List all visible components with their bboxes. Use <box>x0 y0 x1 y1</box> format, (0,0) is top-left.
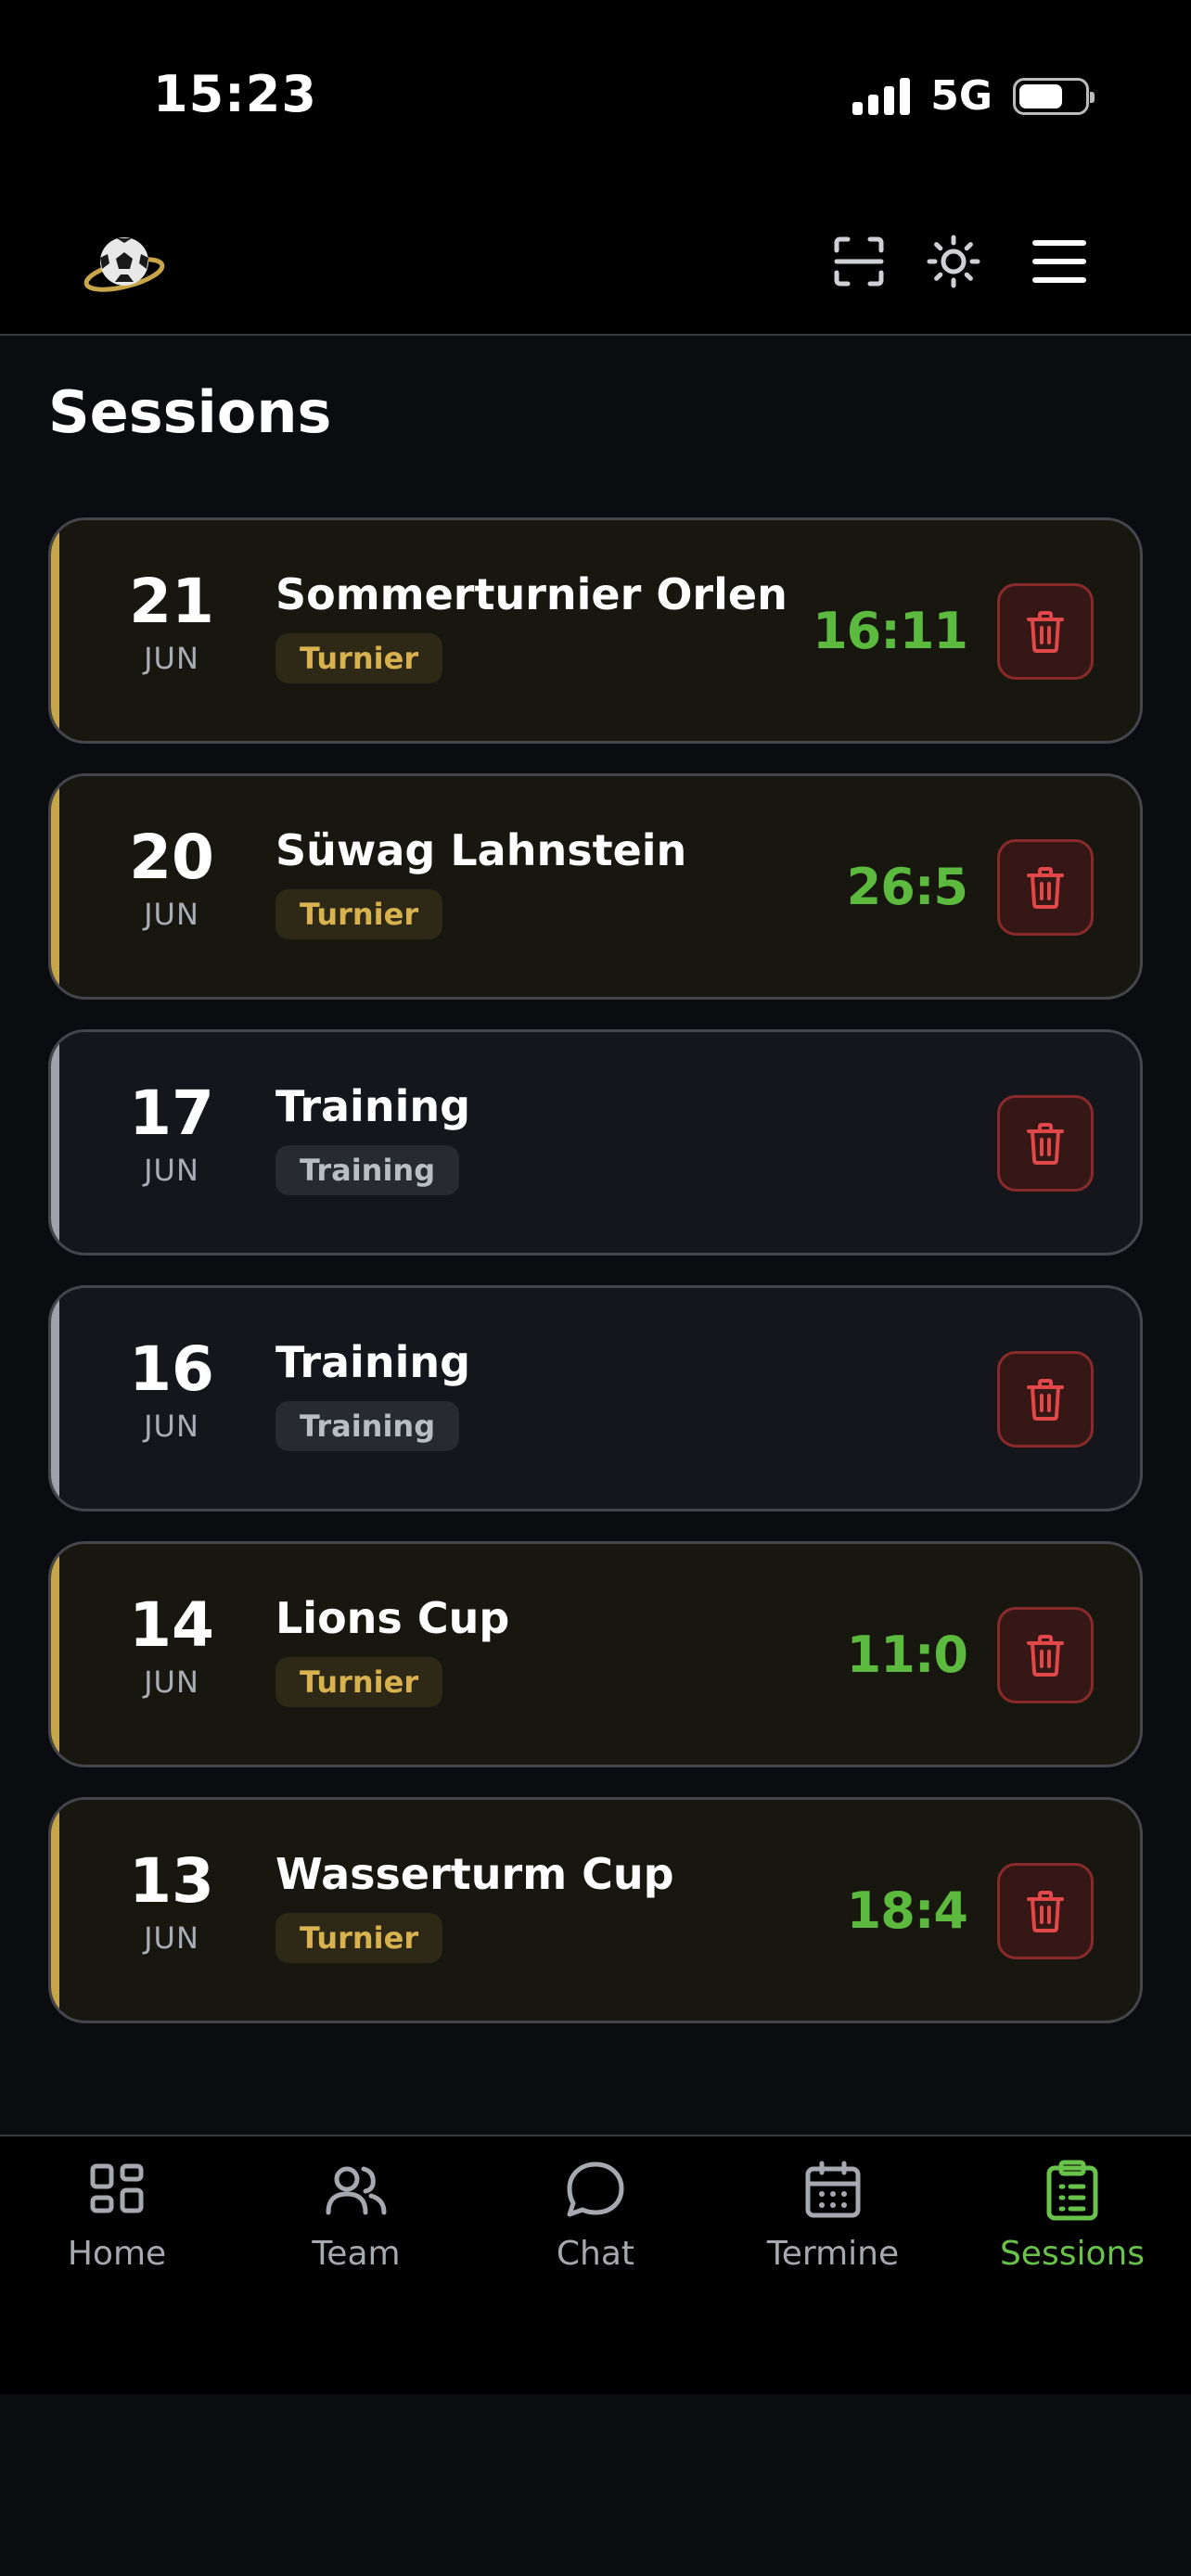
session-info: Wasserturm Cup Turnier <box>275 1848 674 1963</box>
grid-icon <box>83 2157 150 2224</box>
session-day: 16 <box>129 1333 214 1405</box>
session-name: Lions Cup <box>275 1593 510 1643</box>
chat-bubble-icon <box>562 2157 629 2224</box>
session-accent-bar <box>51 1032 59 1253</box>
delete-session-button[interactable] <box>997 1863 1094 1959</box>
status-time: 15:23 <box>153 65 317 123</box>
session-card[interactable]: 16 JUN Training Training <box>48 1285 1143 1511</box>
status-indicators: 5G <box>852 72 1095 120</box>
session-name: Süwag Lahnstein <box>275 825 687 875</box>
session-card[interactable]: 17 JUN Training Training <box>48 1029 1143 1256</box>
session-type-badge: Turnier <box>275 633 443 683</box>
session-score: 26:5 <box>846 858 968 916</box>
session-date: 16 JUN <box>107 1333 237 1445</box>
session-accent-bar <box>51 1544 59 1765</box>
delete-session-button[interactable] <box>997 583 1094 680</box>
nav-label-chat: Chat <box>556 2235 635 2273</box>
clipboard-icon <box>1039 2157 1106 2224</box>
status-bar: 15:23 5G <box>0 0 1191 195</box>
sun-icon[interactable] <box>920 228 987 295</box>
session-month: JUN <box>144 641 199 676</box>
battery-icon <box>1013 77 1095 115</box>
nav-item-termine[interactable]: Termine <box>731 2157 935 2273</box>
app-header <box>0 195 1191 336</box>
session-day: 21 <box>129 566 214 637</box>
session-card[interactable]: 13 JUN Wasserturm Cup Turnier 18:4 <box>48 1797 1143 2023</box>
session-date: 17 JUN <box>107 1078 237 1189</box>
session-month: JUN <box>144 1920 199 1956</box>
session-score: 11:0 <box>846 1626 968 1684</box>
session-type-badge: Training <box>275 1145 460 1195</box>
session-day: 14 <box>129 1589 214 1661</box>
session-card[interactable]: 21 JUN Sommerturnier Orlen Turnier 16:11 <box>48 517 1143 744</box>
session-accent-bar <box>51 776 59 997</box>
session-type-badge: Turnier <box>275 889 443 939</box>
nav-label-sessions: Sessions <box>999 2235 1146 2273</box>
session-card[interactable]: 20 JUN Süwag Lahnstein Turnier 26:5 <box>48 773 1143 1000</box>
session-day: 20 <box>129 822 214 893</box>
session-type-badge: Turnier <box>275 1913 443 1963</box>
session-date: 14 JUN <box>107 1589 237 1701</box>
delete-session-button[interactable] <box>997 1607 1094 1703</box>
session-month: JUN <box>144 1664 199 1700</box>
nav-label-team: Team <box>312 2235 401 2273</box>
session-score: 16:11 <box>813 602 968 660</box>
session-score: 18:4 <box>846 1881 968 1940</box>
app-screen: 15:23 5G Sessions 21 JUN Sommerturnier O… <box>0 0 1191 2576</box>
nav-label-termine: Termine <box>766 2235 900 2273</box>
nav-item-chat[interactable]: Chat <box>493 2157 698 2273</box>
nav-item-team[interactable]: Team <box>254 2157 458 2273</box>
session-info: Training Training <box>275 1080 470 1195</box>
session-info: Süwag Lahnstein Turnier <box>275 824 686 939</box>
calendar-icon <box>800 2157 866 2224</box>
nav-item-sessions[interactable]: Sessions <box>970 2157 1174 2273</box>
session-month: JUN <box>144 897 199 932</box>
session-accent-bar <box>51 520 59 741</box>
trash-icon <box>1027 1635 1064 1677</box>
session-day: 17 <box>129 1078 214 1149</box>
session-info: Lions Cup Turnier <box>275 1592 509 1707</box>
users-icon <box>323 2157 390 2224</box>
trash-icon <box>1027 1123 1064 1165</box>
delete-session-button[interactable] <box>997 839 1094 936</box>
session-info: Training Training <box>275 1336 470 1451</box>
session-name: Sommerturnier Orlen <box>275 569 788 619</box>
session-name: Wasserturm Cup <box>275 1849 674 1899</box>
home-indicator-area <box>0 2394 1191 2576</box>
session-type-badge: Turnier <box>275 1657 443 1707</box>
page-title: Sessions <box>48 378 332 446</box>
session-date: 20 JUN <box>107 822 237 933</box>
session-month: JUN <box>144 1153 199 1188</box>
hamburger-menu-icon[interactable] <box>1026 228 1093 295</box>
session-info: Sommerturnier Orlen Turnier <box>275 568 788 683</box>
bottom-navigation: Home Team Chat Termine Sessions <box>0 2135 1191 2394</box>
session-accent-bar <box>51 1800 59 2021</box>
session-accent-bar <box>51 1288 59 1509</box>
session-name: Training <box>275 1337 471 1387</box>
trash-icon <box>1027 611 1064 653</box>
session-card[interactable]: 14 JUN Lions Cup Turnier 11:0 <box>48 1541 1143 1767</box>
session-type-badge: Training <box>275 1401 460 1451</box>
soccer-ball-logo-icon[interactable] <box>80 226 169 300</box>
trash-icon <box>1027 867 1064 909</box>
delete-session-button[interactable] <box>997 1095 1094 1192</box>
session-month: JUN <box>144 1409 199 1444</box>
session-date: 13 JUN <box>107 1845 237 1957</box>
session-name: Training <box>275 1081 471 1131</box>
session-date: 21 JUN <box>107 566 237 677</box>
trash-icon <box>1027 1379 1064 1421</box>
trash-icon <box>1027 1891 1064 1932</box>
session-day: 13 <box>129 1845 214 1917</box>
nav-label-home: Home <box>67 2235 167 2273</box>
scan-icon[interactable] <box>826 228 892 295</box>
session-list: 21 JUN Sommerturnier Orlen Turnier 16:11… <box>48 517 1143 2053</box>
delete-session-button[interactable] <box>997 1351 1094 1447</box>
nav-item-home[interactable]: Home <box>15 2157 219 2273</box>
cellular-signal-icon <box>852 77 911 115</box>
network-type: 5G <box>930 72 992 120</box>
